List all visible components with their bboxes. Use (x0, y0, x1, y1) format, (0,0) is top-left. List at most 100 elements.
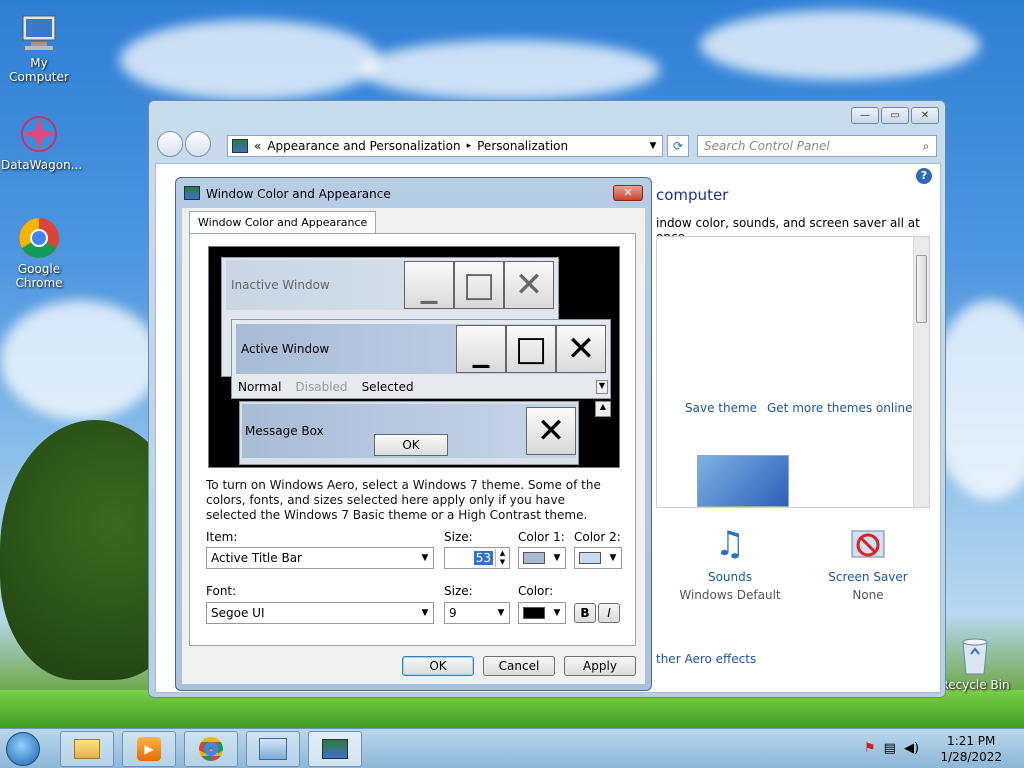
screen-saver-icon (808, 524, 928, 570)
color2-picker[interactable]: ▼ (574, 547, 622, 569)
chevron-down-icon[interactable]: ▼ (644, 141, 662, 151)
font-color-picker[interactable]: ▼ (518, 602, 566, 624)
desktop-icon-datawagon[interactable]: DataWagon... (1, 112, 82, 172)
aero-effects-link[interactable]: ther Aero effects (656, 652, 756, 666)
font-label: Font: (206, 584, 237, 598)
back-button[interactable] (157, 131, 183, 157)
forward-button[interactable] (185, 131, 211, 157)
taskbar-control-panel[interactable] (246, 731, 300, 767)
breadcrumb-personalization[interactable]: Personalization (477, 139, 568, 153)
page-title: computer (656, 186, 729, 204)
font-select[interactable]: Segoe UI ▼ (206, 602, 434, 624)
inactive-window-title: Inactive Window (231, 278, 330, 292)
size-value: 53 (473, 551, 493, 565)
screen-saver-item[interactable]: Screen Saver None (808, 524, 928, 602)
tab-panel: Inactive Window _ □ ✕ Active Window _ □ … (189, 233, 636, 646)
control-panel-icon (259, 738, 287, 760)
desktop-icon-label: Google Chrome (15, 262, 63, 290)
cloud (700, 10, 980, 80)
help-icon[interactable]: ? (916, 168, 932, 184)
window-color-dialog[interactable]: Window Color and Appearance ✕ Window Col… (175, 177, 652, 691)
system-tray: ⚑ ▤ ◀) (864, 741, 919, 756)
chevron-down-icon: ▼ (497, 608, 505, 618)
chevron-down-icon: ▼ (421, 608, 429, 618)
desktop-icon-label: My Computer (9, 56, 69, 84)
breadcrumb-appearance[interactable]: Appearance and Personalization (267, 139, 460, 153)
chrome-icon (17, 216, 61, 260)
font-size-value: 9 (449, 606, 457, 620)
breadcrumb-overflow[interactable]: « (254, 139, 261, 153)
cancel-button[interactable]: Cancel (483, 656, 555, 676)
sounds-item[interactable]: ♫ Sounds Windows Default (670, 524, 790, 602)
font-size-label: Size: (444, 584, 473, 598)
clock[interactable]: 1:21 PM 1/28/2022 (940, 733, 1002, 765)
get-more-themes-link[interactable]: Get more themes online (767, 401, 913, 415)
preview-minimize-icon: _ (456, 325, 506, 373)
aero-description: To turn on Windows Aero, select a Window… (206, 478, 601, 522)
themes-list[interactable]: Save theme Get more themes online (656, 236, 930, 508)
ok-button[interactable]: OK (402, 656, 474, 676)
search-icon[interactable]: ⌕ (916, 139, 936, 154)
preview-close-icon: ✕ (526, 407, 576, 455)
refresh-icon[interactable]: ⟳ (667, 135, 689, 157)
network-icon[interactable]: ▤ (884, 741, 896, 756)
message-box-ok-button[interactable]: OK (374, 434, 448, 456)
clock-time: 1:21 PM (947, 734, 996, 748)
menu-normal: Normal (238, 380, 282, 394)
font-color-label: Color: (518, 584, 554, 598)
taskbar-explorer[interactable] (60, 731, 114, 767)
desktop-icon-recycle-bin[interactable]: Recycle Bin (937, 632, 1013, 692)
dialog-close-button[interactable]: ✕ (613, 185, 643, 201)
cloud (120, 20, 380, 100)
themes-scrollbar[interactable] (913, 237, 929, 507)
close-button[interactable]: ✕ (911, 107, 939, 124)
preview-menu-bar: Normal Disabled Selected (238, 380, 414, 394)
chrome-icon (199, 737, 223, 761)
item-label: Item: (206, 530, 238, 544)
save-theme-link[interactable]: Save theme (685, 401, 757, 415)
preview-maximize-icon: □ (506, 325, 556, 373)
desktop-icon-label: Recycle Bin (940, 678, 1010, 692)
search-input[interactable]: Search Control Panel ⌕ (697, 135, 937, 157)
screen-saver-value: None (852, 588, 884, 602)
size-stepper[interactable]: 53 ▲ ▼ (444, 547, 510, 569)
taskbar-personalization[interactable] (308, 731, 362, 767)
maximize-button[interactable]: ▭ (881, 107, 909, 124)
preview-active-window[interactable]: Active Window _ □ ✕ Normal Disabled Sele… (231, 319, 611, 399)
folder-icon (74, 739, 100, 759)
volume-icon[interactable]: ◀) (904, 741, 919, 756)
computer-icon (17, 10, 61, 54)
address-bar[interactable]: « Appearance and Personalization ▸ Perso… (227, 135, 663, 157)
datawagon-icon (17, 112, 61, 156)
action-center-icon[interactable]: ⚑ (864, 741, 876, 756)
recycle-bin-icon (953, 632, 997, 676)
search-placeholder: Search Control Panel (704, 139, 830, 153)
start-button[interactable] (6, 732, 40, 766)
breadcrumb-separator[interactable]: ▸ (467, 141, 472, 151)
color2-swatch (579, 552, 601, 564)
italic-button[interactable]: I (598, 603, 620, 623)
cloud (360, 40, 660, 100)
tab-window-color[interactable]: Window Color and Appearance (189, 211, 377, 233)
chevron-down-icon: ▼ (421, 553, 429, 563)
desktop-icon-chrome[interactable]: Google Chrome (1, 216, 77, 290)
item-select[interactable]: Active Title Bar ▼ (206, 547, 434, 569)
font-size-select[interactable]: 9 ▼ (444, 602, 510, 624)
apply-button[interactable]: Apply (564, 656, 636, 676)
color2-label: Color 2: (574, 530, 621, 544)
preview-message-box[interactable]: Message Box ✕ OK (239, 401, 579, 465)
taskbar-media-player[interactable]: ▶ (122, 731, 176, 767)
appearance-preview[interactable]: Inactive Window _ □ ✕ Active Window _ □ … (208, 246, 620, 468)
sounds-icon: ♫ (714, 524, 746, 564)
preview-close-icon: ✕ (504, 261, 554, 309)
taskbar-chrome[interactable] (184, 731, 238, 767)
font-color-swatch (523, 607, 545, 619)
sounds-label: Sounds (707, 570, 753, 584)
desktop-icon-my-computer[interactable]: My Computer (1, 10, 77, 84)
theme-thumbnail[interactable] (697, 455, 789, 507)
preview-close-icon: ✕ (556, 325, 606, 373)
bold-button[interactable]: B (574, 603, 596, 623)
color1-picker[interactable]: ▼ (518, 547, 566, 569)
minimize-button[interactable]: — (851, 107, 879, 124)
spinner-icon[interactable]: ▲ ▼ (495, 549, 509, 567)
